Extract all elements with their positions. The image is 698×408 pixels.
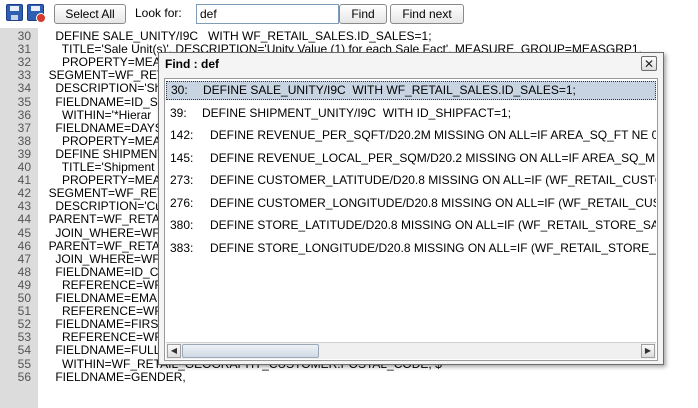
save-as-icon[interactable]: [27, 4, 46, 23]
result-line-number: 380:: [170, 218, 194, 232]
save-icon[interactable]: [6, 4, 23, 21]
code-text: REFERENCE=WF: [42, 330, 162, 345]
line-number: 45: [17, 225, 31, 240]
scrollbar-thumb[interactable]: [182, 344, 319, 358]
line-number: 34: [17, 81, 31, 96]
line-number: 55: [17, 356, 31, 371]
result-item[interactable]: 276: DEFINE CUSTOMER_LONGITUDE/D20.8 MISS…: [166, 194, 656, 213]
scroll-right-icon[interactable]: ▶: [641, 344, 655, 358]
line-number: 32: [17, 55, 31, 70]
line-number: 36: [17, 107, 31, 122]
line-number: 40: [17, 160, 31, 174]
code-line: 30 DEFINE SALE_UNITY/I9C WITH WF_RETAIL_…: [0, 30, 698, 42]
code-text: PROPERTY=MEA: [42, 133, 161, 148]
line-number: 49: [17, 277, 31, 292]
result-item[interactable]: 145: DEFINE REVENUE_LOCAL_PER_SQM/D20.2 M…: [166, 149, 656, 168]
line-number: 33: [17, 68, 31, 83]
line-number: 51: [17, 304, 31, 319]
code-line: 56 FIELDNAME=GENDER,: [0, 371, 698, 383]
code-text: JOIN_WHERE=WF: [42, 251, 160, 266]
code-text: DESCRIPTION='Sh: [42, 81, 162, 96]
line-number: 43: [17, 199, 31, 214]
code-text: REFERENCE=WF_: [42, 277, 169, 292]
line-number: 56: [17, 369, 31, 384]
code-text: JOIN_WHERE=WF: [42, 225, 160, 240]
code-text: FIELDNAME=ID_CU: [42, 264, 168, 279]
line-number: 35: [17, 94, 31, 109]
code-text: PROPERTY=MEA: [42, 173, 161, 188]
line-number: 54: [17, 343, 31, 358]
line-number: 39: [17, 146, 31, 161]
result-item[interactable]: 380: DEFINE STORE_LATITUDE/D20.8 MISSING …: [166, 216, 656, 235]
result-line-number: 383:: [170, 240, 194, 255]
result-item[interactable]: 142: DEFINE REVENUE_PER_SQFT/D20.2M MISSI…: [166, 126, 656, 145]
result-text: DEFINE REVENUE_LOCAL_PER_SQM/D20.2 MISSI…: [210, 150, 656, 165]
search-input[interactable]: [196, 4, 339, 24]
result-text: DEFINE SHIPMENT_UNITY/I9C WITH ID_SHIPFA…: [202, 105, 512, 120]
line-number: 52: [17, 317, 31, 332]
code-text: WITHIN='*Hierar: [42, 107, 152, 122]
look-for-label: Look for:: [135, 6, 182, 20]
line-number: 48: [17, 264, 31, 279]
result-line-number: 30:: [171, 83, 188, 97]
code-text: SEGMENT=WF_RET: [42, 186, 165, 201]
result-item[interactable]: 273: DEFINE CUSTOMER_LATITUDE/D20.8 MISSI…: [166, 171, 656, 190]
scroll-left-icon[interactable]: ◀: [167, 344, 181, 358]
code-text: FIELDNAME=DAYS: [42, 120, 163, 135]
line-number: 38: [17, 133, 31, 148]
toolbar: Select All Look for: Find Find next: [0, 0, 698, 28]
dialog-title: Find : def: [165, 57, 219, 71]
result-text: DEFINE CUSTOMER_LONGITUDE/D20.8 MISSING …: [210, 195, 656, 210]
result-line-number: 39:: [170, 105, 187, 120]
find-button[interactable]: Find: [339, 4, 387, 24]
line-number: 46: [17, 238, 31, 253]
results-list[interactable]: 30: DEFINE SALE_UNITY/I9C WITH WF_RETAIL_…: [164, 78, 658, 361]
code-text: PARENT=WF_RETA: [42, 212, 160, 227]
line-number: 50: [17, 291, 31, 305]
line-number: 37: [17, 120, 31, 135]
line-number: 30: [17, 29, 31, 43]
code-text: DEFINE SALE_UNITY/I9C WITH WF_RETAIL_SAL…: [42, 29, 432, 43]
code-text: FIELDNAME=GENDER,: [42, 369, 186, 384]
close-icon[interactable]: ✕: [641, 56, 657, 71]
result-item[interactable]: 383: DEFINE STORE_LONGITUDE/D20.8 MISSING…: [166, 239, 656, 258]
result-text: DEFINE CUSTOMER_LATITUDE/D20.8 MISSING O…: [210, 173, 656, 187]
line-number: 42: [17, 186, 31, 201]
result-line-number: 145:: [170, 150, 194, 165]
line-number: 41: [17, 173, 31, 188]
select-all-button[interactable]: Select All: [54, 4, 126, 24]
result-text: DEFINE STORE_LATITUDE/D20.8 MISSING ON A…: [210, 218, 656, 232]
line-number: 53: [17, 330, 31, 345]
code-text: FIELDNAME=EMAIL: [42, 291, 168, 305]
result-line-number: 276:: [170, 195, 194, 210]
result-text: DEFINE REVENUE_PER_SQFT/D20.2M MISSING O…: [210, 128, 656, 142]
line-number: 47: [17, 251, 31, 266]
line-number: 44: [17, 212, 31, 227]
find-dialog: Find : def ✕ 30: DEFINE SALE_UNITY/I9C WI…: [158, 52, 664, 365]
result-line-number: 142:: [170, 128, 194, 142]
code-text: DESCRIPTION='Cu: [42, 199, 162, 214]
code-text: PROPERTY=MEA: [42, 55, 161, 70]
result-text: DEFINE SALE_UNITY/I9C WITH WF_RETAIL_SAL…: [203, 83, 576, 97]
result-line-number: 273:: [170, 173, 194, 187]
code-text: REFERENCE=WF_: [42, 304, 169, 319]
result-text: DEFINE STORE_LONGITUDE/D20.8 MISSING ON …: [210, 240, 656, 255]
result-item[interactable]: 39: DEFINE SHIPMENT_UNITY/I9C WITH ID_SHI…: [166, 104, 656, 123]
code-text: FIELDNAME=ID_SH: [42, 94, 167, 109]
code-text: DEFINE SHIPMENT: [42, 146, 165, 161]
code-text: FIELDNAME=FIRST: [42, 317, 166, 332]
code-text: PARENT=WF_RETA: [42, 238, 160, 253]
horizontal-scrollbar[interactable]: ◀ ▶: [166, 342, 656, 359]
find-next-button[interactable]: Find next: [390, 4, 464, 24]
result-item[interactable]: 30: DEFINE SALE_UNITY/I9C WITH WF_RETAIL_…: [166, 81, 656, 100]
line-number: 31: [17, 42, 31, 57]
